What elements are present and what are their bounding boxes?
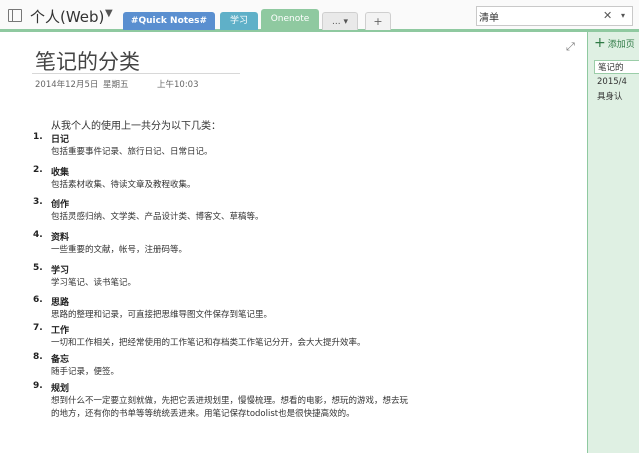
list-item-description-continued: 的地方，还有你的书单等等统统丢进来。用笔记保存todolist也是很快捷高效的。 xyxy=(51,409,355,419)
page-list-item[interactable]: 2015/4 xyxy=(594,75,639,89)
expand-icon[interactable]: ⤢ xyxy=(566,40,575,54)
list-item-description: 一切和工作相关，把经常使用的工作笔记和存档类工作笔记分开，会大大提升效率。 xyxy=(51,338,366,348)
list-item-number: 5. xyxy=(33,263,43,273)
add-section-button[interactable]: + xyxy=(365,12,391,30)
list-item-description: 思路的整理和记录，可直接把思维导图文件保存到笔记里。 xyxy=(51,310,273,320)
list-item-description: 随手记录，便签。 xyxy=(51,367,120,377)
page-weekday: 星期五 xyxy=(103,80,129,90)
list-item-heading: 规划 xyxy=(51,384,70,394)
list-item-description: 想到什么不一定要立刻就做，先把它丢进规划里，慢慢梳理。想看的电影，想玩的游戏，想… xyxy=(51,396,409,406)
title-divider xyxy=(32,73,240,74)
notebook-title[interactable]: 个人(Web) xyxy=(30,6,104,27)
page-time: 上午10:03 xyxy=(157,80,199,90)
list-item-number: 7. xyxy=(33,323,43,333)
page-list-item[interactable]: 具身认 xyxy=(594,90,639,104)
page-title[interactable]: 笔记的分类 xyxy=(35,46,140,76)
list-item-description: 包括灵感归纳、文学类、产品设计类、博客文、草稿等。 xyxy=(51,212,264,222)
intro-text[interactable]: 从我个人的使用上一共分为以下几类： xyxy=(51,117,221,132)
page-list-item[interactable]: 笔记的 xyxy=(594,60,639,74)
list-item-number: 1. xyxy=(33,132,43,142)
search-box[interactable]: ✕ ▾ xyxy=(476,6,633,26)
list-item-number: 2. xyxy=(33,165,43,175)
list-item-number: 6. xyxy=(33,295,43,305)
page-canvas[interactable]: ⤢ 笔记的分类 2014年12月5日 星期五 上午10:03 从我个人的使用上一… xyxy=(0,35,588,453)
search-input[interactable] xyxy=(479,8,599,24)
list-item-heading: 工作 xyxy=(51,326,70,336)
list-item-number: 3. xyxy=(33,197,43,207)
clear-search-icon[interactable]: ✕ xyxy=(603,9,612,22)
add-page-button[interactable]: + 添加页 xyxy=(594,34,635,52)
tab-study[interactable]: 学习 xyxy=(220,12,258,30)
page-date: 2014年12月5日 xyxy=(35,80,99,90)
list-item-heading: 资料 xyxy=(51,233,70,243)
tab-more-sections[interactable]: ... ▾ xyxy=(322,12,358,30)
search-scope-dropdown-icon[interactable]: ▾ xyxy=(621,11,625,20)
notebook-icon[interactable] xyxy=(8,9,22,22)
list-item-description: 包括重要事件记录、旅行日记、日常日记。 xyxy=(51,147,213,157)
pages-pane: + 添加页 笔记的 2015/4 具身认 xyxy=(587,32,639,453)
list-item-number: 4. xyxy=(33,230,43,240)
list-item-heading: 学习 xyxy=(51,266,70,276)
page-list: 笔记的 2015/4 具身认 xyxy=(594,60,639,105)
list-item-description: 包括素材收集、待读文章及教程收集。 xyxy=(51,180,196,190)
tab-quick-notes[interactable]: #Quick Notes# xyxy=(123,12,215,30)
list-item-number: 9. xyxy=(33,381,43,391)
plus-icon: + xyxy=(594,35,606,51)
list-item-heading: 创作 xyxy=(51,200,70,210)
list-item-description: 一些重要的文献，帐号，注册码等。 xyxy=(51,245,188,255)
top-bar: 个人(Web) ▼ #Quick Notes# 学习 Onenote ... ▾… xyxy=(0,0,639,32)
list-item-heading: 备忘 xyxy=(51,355,70,365)
list-item-number: 8. xyxy=(33,352,43,362)
list-item-description: 学习笔记、读书笔记。 xyxy=(51,278,137,288)
list-item-heading: 收集 xyxy=(51,168,70,178)
list-item-heading: 日记 xyxy=(51,135,70,145)
list-item-heading: 思路 xyxy=(51,298,70,308)
notebook-dropdown-icon[interactable]: ▼ xyxy=(105,8,113,19)
add-page-label: 添加页 xyxy=(607,40,635,50)
tab-onenote[interactable]: Onenote xyxy=(261,9,319,30)
